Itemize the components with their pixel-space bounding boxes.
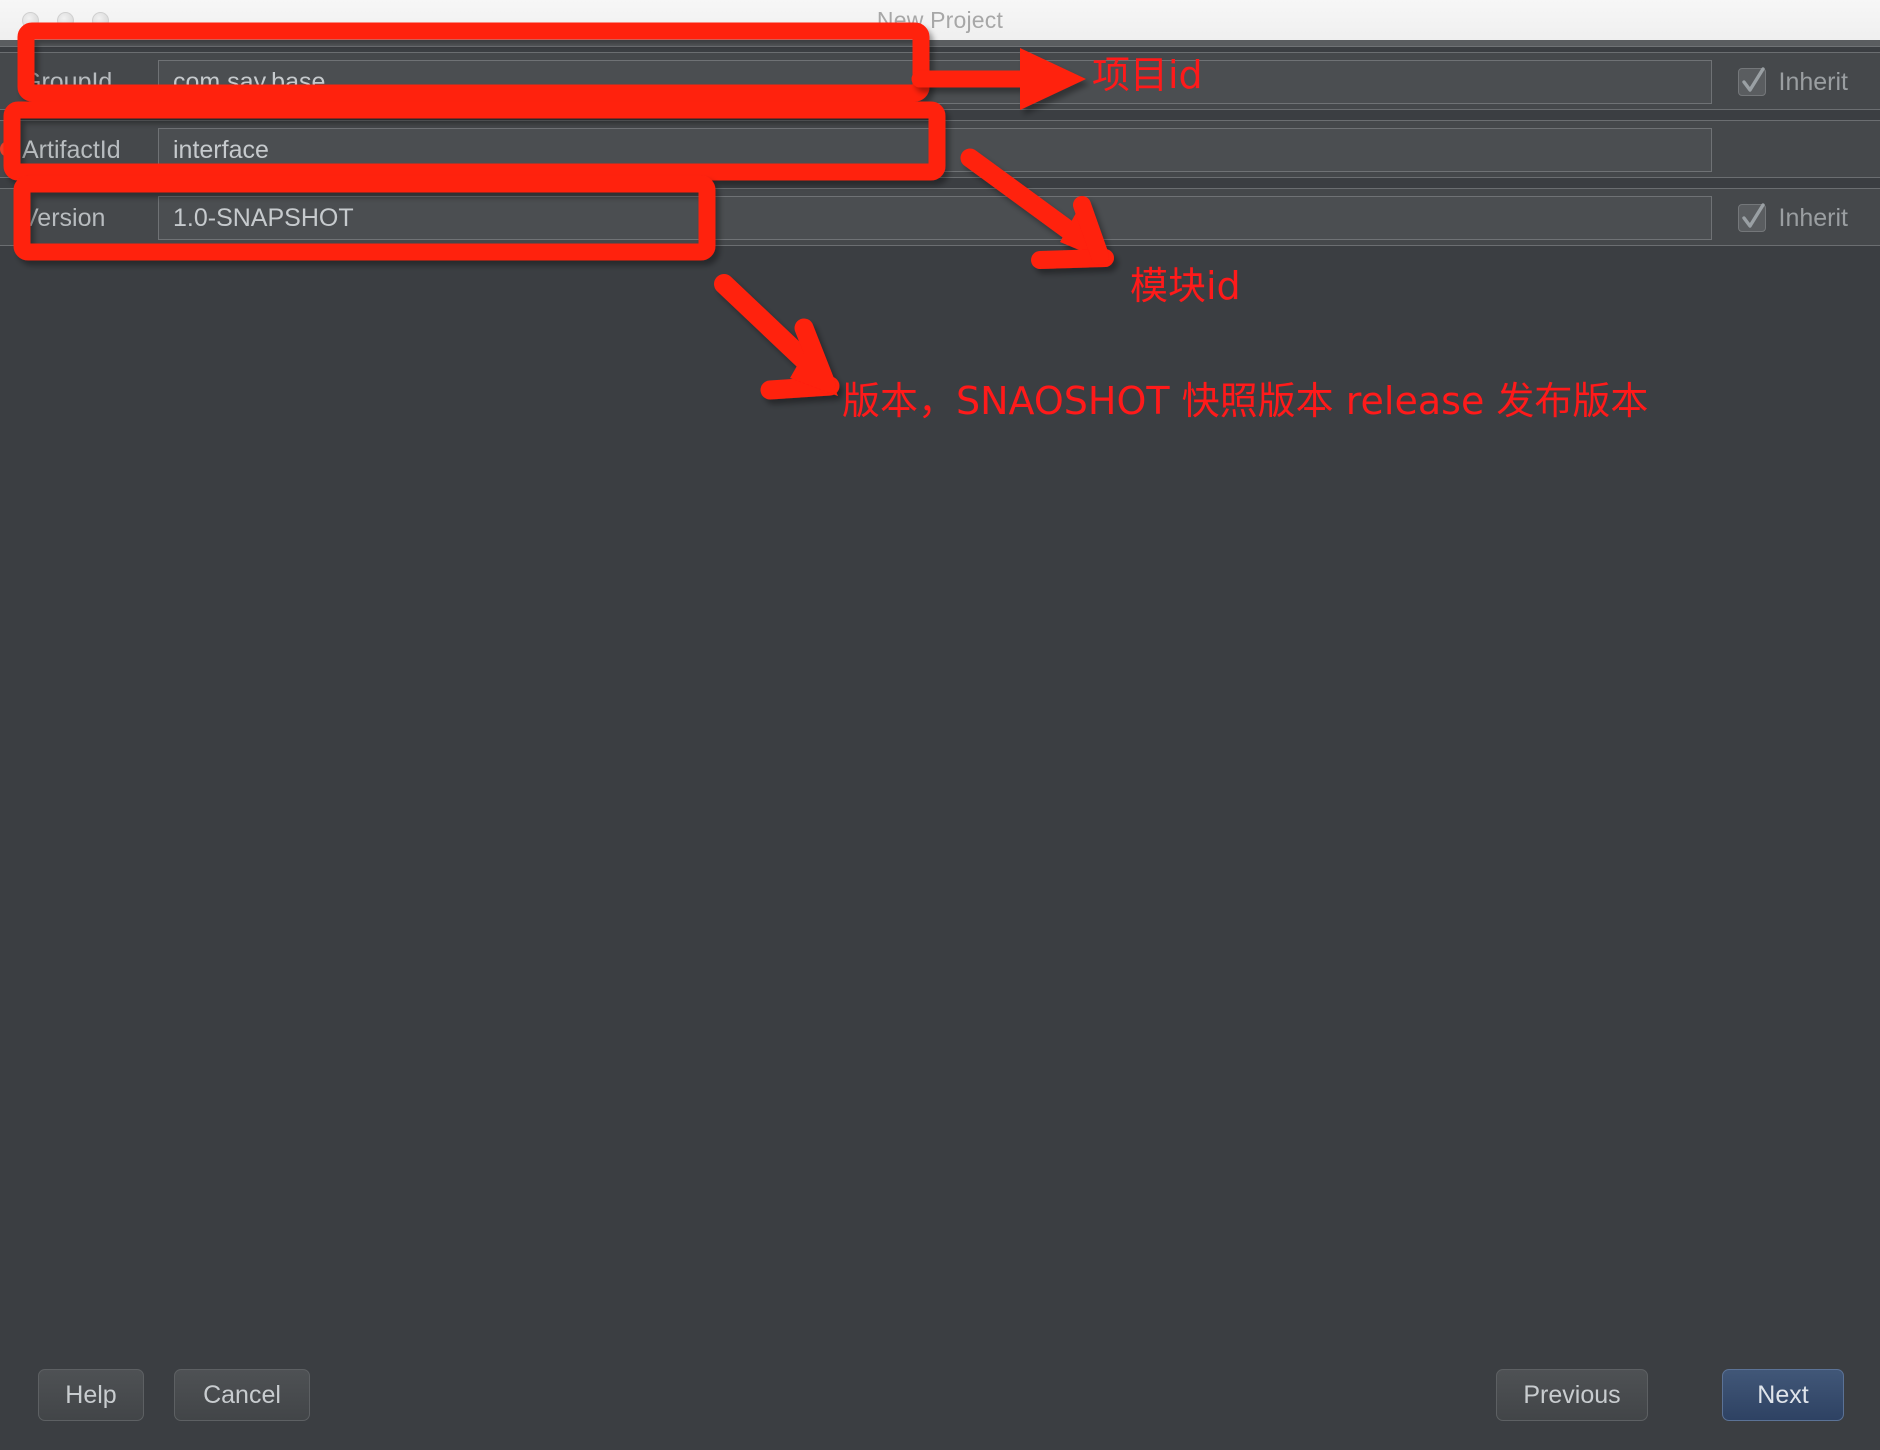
checkmark-icon	[1740, 202, 1766, 234]
artifactid-label: ArtifactId	[22, 121, 152, 179]
window-titlebar: New Project	[0, 0, 1880, 41]
version-inherit-checkbox[interactable]	[1738, 204, 1766, 232]
version-label: Version	[22, 189, 152, 247]
form-row-artifactid: ArtifactId interface	[0, 120, 1880, 178]
dialog-footer: Help Cancel Previous Next	[0, 1342, 1880, 1450]
artifactid-input[interactable]: interface	[158, 128, 1712, 172]
help-button[interactable]: Help	[38, 1369, 144, 1421]
cancel-button[interactable]: Cancel	[174, 1369, 310, 1421]
groupid-input[interactable]: com.say.base	[158, 60, 1712, 104]
version-inherit-group[interactable]: Inherit	[1738, 189, 1848, 247]
version-inherit-label: Inherit	[1779, 204, 1848, 233]
row-spacer-1	[0, 111, 1880, 120]
groupid-inherit-label: Inherit	[1779, 68, 1848, 97]
next-button[interactable]: Next	[1722, 1369, 1844, 1421]
groupid-inherit-checkbox[interactable]	[1738, 68, 1766, 96]
version-input[interactable]: 1.0-SNAPSHOT	[158, 196, 1712, 240]
screenshot-root: New Project GroupId com.say.base Inherit	[0, 0, 1880, 1450]
groupid-label: GroupId	[22, 53, 152, 111]
previous-button[interactable]: Previous	[1496, 1369, 1648, 1421]
form-row-version: Version 1.0-SNAPSHOT Inherit	[0, 188, 1880, 246]
form-row-groupid: GroupId com.say.base Inherit	[0, 52, 1880, 110]
panel-divider	[0, 40, 1880, 47]
window-title: New Project	[0, 0, 1880, 40]
row-spacer-2	[0, 179, 1880, 188]
maven-coordinates-form: GroupId com.say.base Inherit ArtifactId …	[0, 52, 1880, 247]
dialog-body: GroupId com.say.base Inherit ArtifactId …	[0, 40, 1880, 1450]
error-indicator-icon	[0, 141, 16, 157]
groupid-inherit-group[interactable]: Inherit	[1738, 53, 1848, 111]
checkmark-icon	[1740, 66, 1766, 98]
